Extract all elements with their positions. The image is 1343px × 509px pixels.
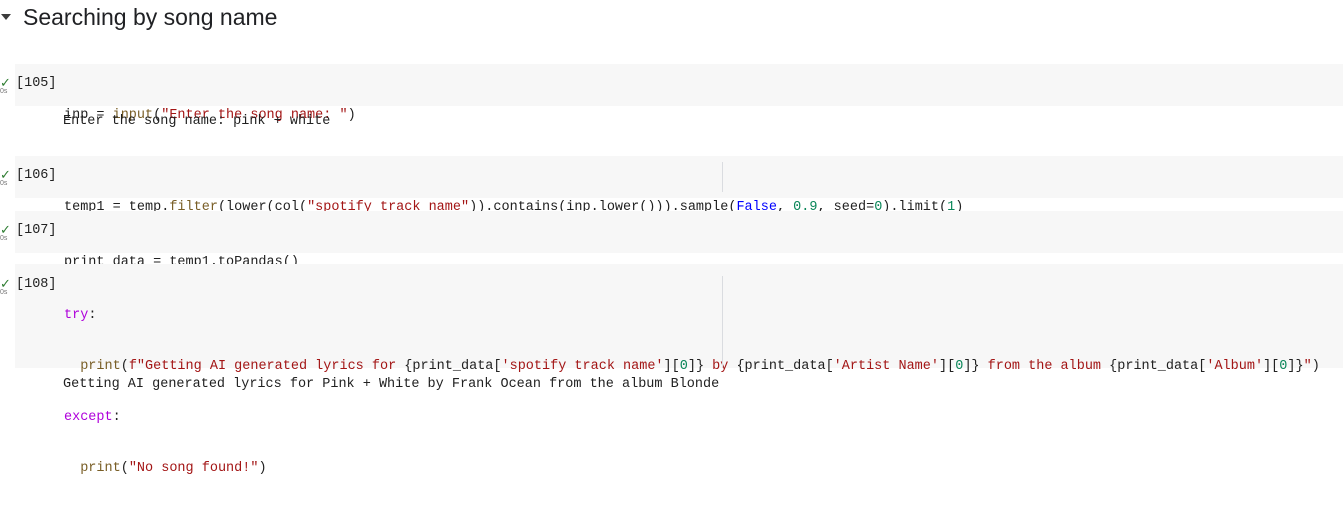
run-status[interactable]: ✓ 0s [0,168,12,194]
section-header[interactable]: Searching by song name [0,0,277,34]
run-status[interactable]: ✓ 0s [0,76,12,102]
section-title: Searching by song name [23,3,278,30]
exec-duration: 0s [0,289,8,296]
cell-output: Enter the song name: pink + white [63,114,331,129]
ruler-line [722,276,723,368]
run-status[interactable]: ✓ 0s [0,277,12,303]
exec-count: [107] [16,223,57,238]
collapse-caret-icon[interactable] [1,14,11,20]
exec-count: [106] [16,168,57,183]
code-text[interactable]: try: print(f"Getting AI generated lyrics… [64,275,1320,509]
exec-duration: 0s [0,235,8,242]
exec-duration: 0s [0,88,8,95]
cell-output: Getting AI generated lyrics for Pink + W… [63,377,720,392]
exec-count: [105] [16,76,57,91]
ruler-line [722,162,723,192]
exec-duration: 0s [0,180,8,187]
exec-count: [108] [16,277,57,292]
run-status[interactable]: ✓ 0s [0,223,12,249]
